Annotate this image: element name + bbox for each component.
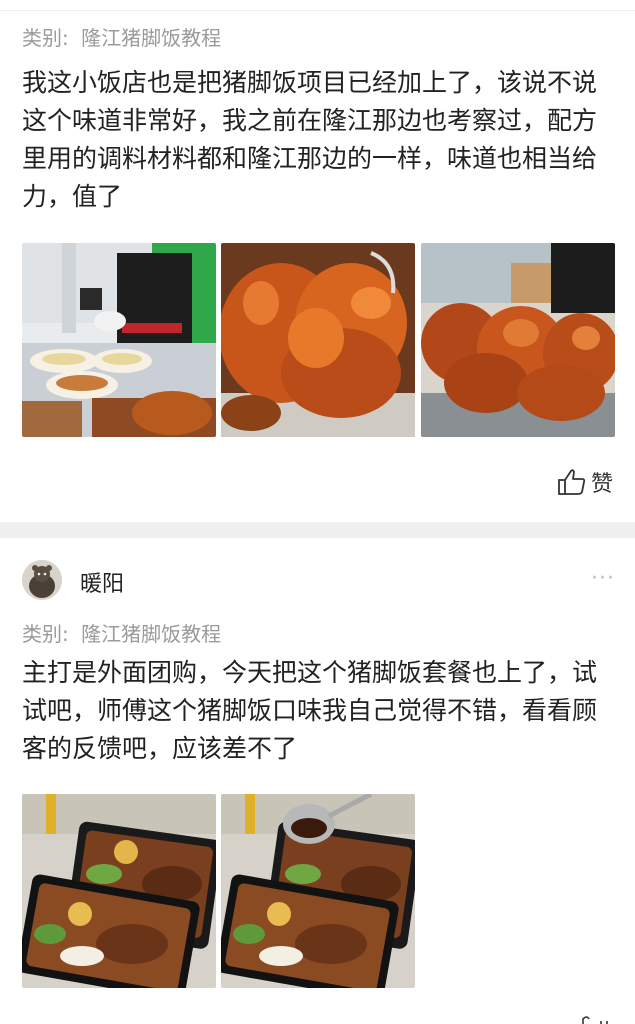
pork-trotter-rice-sauce-photo bbox=[221, 794, 415, 988]
like-button[interactable]: 赞 bbox=[557, 466, 613, 498]
braised-pork-trotter-closeup-photo bbox=[221, 243, 415, 437]
category-name: 隆江猪脚饭教程 bbox=[81, 622, 222, 646]
post-photo[interactable] bbox=[221, 794, 415, 988]
post-text[interactable]: 我这小饭店也是把猪脚饭项目已经加上了，该说不说这个味道非常好，我之前在隆江那边也… bbox=[22, 64, 618, 216]
chef-plating-photo bbox=[22, 243, 216, 437]
category-label: 类别: bbox=[22, 622, 69, 646]
category-name: 隆江猪脚饭教程 bbox=[81, 26, 222, 50]
post-category[interactable]: 类别: 隆江猪脚饭教程 bbox=[22, 618, 221, 647]
post-separator bbox=[0, 522, 635, 538]
post-category[interactable]: 类别: 隆江猪脚饭教程 bbox=[22, 22, 221, 51]
post-photo[interactable] bbox=[221, 243, 415, 437]
post-card: 暖阳 ··· 类别: 隆江猪脚饭教程 主打是外面团购，今天把这个猪脚饭套餐也上了… bbox=[0, 538, 635, 1024]
like-label: 赞 bbox=[590, 472, 613, 497]
pork-trotters-tray-photo bbox=[421, 243, 615, 437]
thumbs-up-icon bbox=[582, 1016, 608, 1024]
username[interactable]: 暖阳 bbox=[80, 566, 124, 598]
more-options-icon[interactable]: ··· bbox=[591, 566, 615, 591]
pork-trotter-rice-boxes-photo bbox=[22, 794, 216, 988]
post-photo[interactable] bbox=[421, 243, 615, 437]
post-card: 类别: 隆江猪脚饭教程 我这小饭店也是把猪脚饭项目已经加上了，该说不说这个味道非… bbox=[0, 0, 635, 522]
post-photo[interactable] bbox=[22, 794, 216, 988]
like-button[interactable] bbox=[579, 1012, 613, 1024]
user-avatar-image bbox=[22, 560, 62, 600]
divider bbox=[0, 10, 635, 11]
post-text[interactable]: 主打是外面团购，今天把这个猪脚饭套餐也上了，试试吧，师傅这个猪脚饭口味我自己觉得… bbox=[22, 654, 618, 768]
category-label: 类别: bbox=[22, 26, 69, 50]
avatar[interactable] bbox=[22, 560, 62, 600]
thumbs-up-icon bbox=[558, 469, 586, 495]
post-photo[interactable] bbox=[22, 243, 216, 437]
